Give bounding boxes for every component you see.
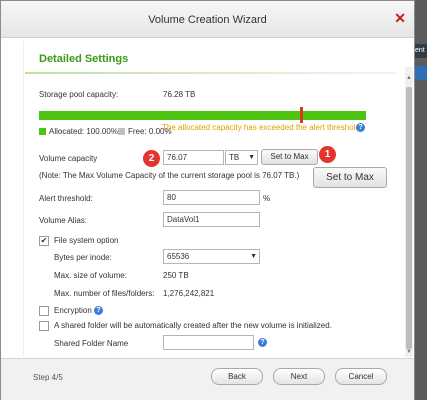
bytes-per-inode-label: Bytes per inode:	[54, 253, 112, 262]
storage-pool-value: 76.28 TB	[163, 90, 196, 99]
callout-badge-1: 1	[319, 146, 336, 163]
volume-capacity-label: Volume capacity	[39, 154, 98, 163]
capacity-progress-bar	[39, 111, 366, 120]
encryption-label: Encryption	[54, 306, 92, 315]
section-title: Detailed Settings	[39, 53, 129, 65]
allocated-legend-label: Allocated: 100.00%	[49, 127, 118, 136]
next-button[interactable]: Next	[273, 368, 325, 385]
content-border	[23, 41, 24, 357]
file-system-label: File system option	[54, 236, 119, 245]
chevron-down-icon: ▼	[248, 154, 255, 161]
callout-badge-2: 2	[143, 150, 160, 167]
scrollbar-thumb[interactable]	[406, 87, 412, 349]
shared-folder-name-input[interactable]	[163, 335, 254, 350]
chevron-down-icon: ▼	[250, 253, 257, 260]
allocated-legend-swatch	[39, 128, 46, 135]
max-size-value: 250 TB	[163, 271, 189, 280]
volume-capacity-input[interactable]: 76.07	[163, 150, 224, 165]
storage-pool-label: Storage pool capacity:	[39, 90, 119, 99]
max-capacity-note: (Note: The Max Volume Capacity of the cu…	[39, 171, 300, 180]
alert-threshold-input[interactable]: 80	[163, 190, 260, 205]
percent-unit: %	[263, 194, 271, 203]
set-to-max-callout-button[interactable]: Set to Max	[313, 167, 387, 188]
volume-alias-label: Volume Alias:	[39, 216, 88, 225]
max-size-label: Max. size of volume:	[54, 271, 127, 280]
back-button[interactable]: Back	[211, 368, 263, 385]
max-files-value: 1,276,242,821	[163, 289, 215, 298]
shared-folder-checkbox[interactable]	[39, 321, 49, 331]
checkmark-icon: ✔	[40, 236, 48, 245]
window-title: Volume Creation Wizard	[148, 14, 267, 26]
bytes-per-inode-select[interactable]: 65536 ▼	[163, 249, 260, 264]
close-icon[interactable]: ✕	[394, 10, 406, 27]
background-tab-blue	[415, 66, 427, 80]
background-area	[415, 0, 427, 400]
encryption-help-icon[interactable]: ?	[94, 306, 103, 315]
volume-alias-input[interactable]: DataVol1	[163, 212, 260, 227]
free-legend-swatch	[118, 128, 125, 135]
file-system-checkbox[interactable]: ✔	[39, 236, 49, 246]
title-bar: Volume Creation Wizard ✕	[1, 1, 414, 38]
set-to-max-button[interactable]: Set to Max	[261, 149, 318, 165]
alert-threshold-label: Alert threshold:	[39, 194, 93, 203]
capacity-allocated-fill	[39, 111, 366, 120]
wizard-window: Volume Creation Wizard ✕ Detailed Settin…	[0, 0, 415, 400]
step-indicator: Step 4/5	[33, 373, 63, 382]
scroll-up-icon[interactable]: ▲	[405, 75, 413, 81]
cancel-button[interactable]: Cancel	[335, 368, 387, 385]
capacity-unit-select[interactable]: TB ▼	[225, 150, 258, 165]
alert-threshold-marker	[299, 107, 303, 123]
capacity-warning-text: The allocated capacity has exceeded the …	[162, 123, 363, 132]
section-divider	[25, 72, 397, 74]
shared-folder-label: A shared folder will be automatically cr…	[54, 321, 332, 330]
warning-help-icon[interactable]: ?	[356, 123, 365, 132]
shared-folder-help-icon[interactable]: ?	[258, 338, 267, 347]
shared-folder-name-label: Shared Folder Name	[54, 339, 129, 348]
background-tab: ent U	[415, 44, 427, 58]
scroll-down-icon[interactable]: ▼	[405, 349, 413, 355]
capacity-unit-value: TB	[229, 153, 240, 162]
bytes-per-inode-value: 65536	[167, 252, 190, 261]
max-files-label: Max. number of files/folders:	[54, 289, 155, 298]
encryption-checkbox[interactable]	[39, 306, 49, 316]
